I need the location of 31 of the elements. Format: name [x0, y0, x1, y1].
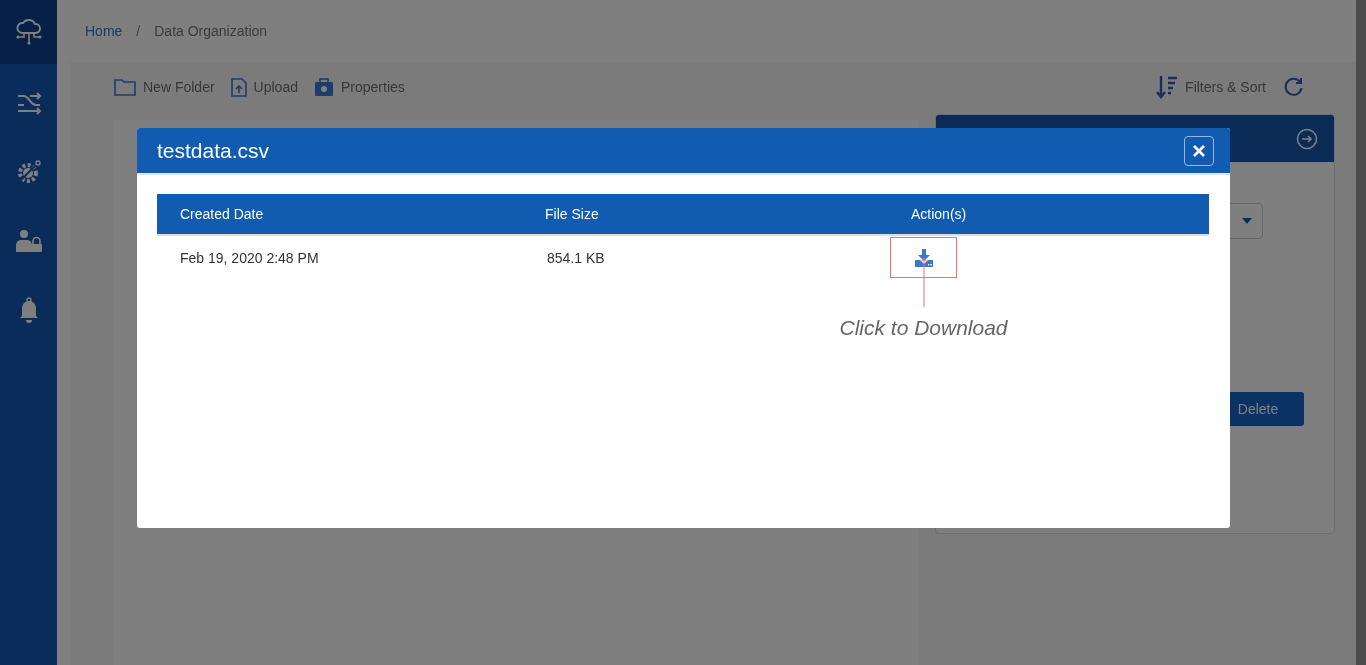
refresh-icon[interactable] [1282, 76, 1304, 98]
filters-sort-button[interactable]: Filters & Sort [1156, 75, 1266, 99]
breadcrumb-current: Data Organization [154, 23, 268, 39]
breadcrumb-link[interactable]: Home [85, 23, 123, 39]
table-cell-text: Feb 19, 2020 2:48 PM [179, 249, 320, 266]
column-header: Created Date [179, 206, 265, 222]
sort-icon [1156, 75, 1179, 99]
annotation-arrow [918, 257, 929, 307]
folder-icon [114, 78, 136, 96]
download-icon [913, 248, 934, 267]
download-button[interactable] [890, 237, 957, 278]
sidebar-item[interactable] [0, 0, 57, 64]
toolbar-button[interactable]: Upload [230, 77, 298, 97]
user-lock-icon [14, 228, 43, 253]
annotation-text: Click to Download [839, 316, 1008, 340]
shuffle-arrows-icon [15, 90, 42, 115]
toolbar-button[interactable]: Properties [313, 77, 405, 97]
briefcase-icon [313, 77, 334, 97]
close-icon [1192, 143, 1206, 158]
column-header: Action(s) [910, 206, 967, 222]
column-header: File Size [544, 206, 600, 222]
upload-icon [230, 77, 247, 97]
gear-icon [15, 158, 42, 185]
cloud-network-icon [14, 18, 43, 46]
arrow-circle-icon[interactable] [1296, 127, 1318, 150]
caret-icon [1241, 217, 1253, 225]
close-button[interactable] [1184, 135, 1214, 166]
table-cell-text: 854.1 KB [546, 249, 606, 266]
breadcrumb-separator: / [136, 23, 141, 39]
toolbar-button[interactable]: New Folder [114, 78, 215, 96]
dialog-title: testdata.csv [157, 138, 270, 163]
